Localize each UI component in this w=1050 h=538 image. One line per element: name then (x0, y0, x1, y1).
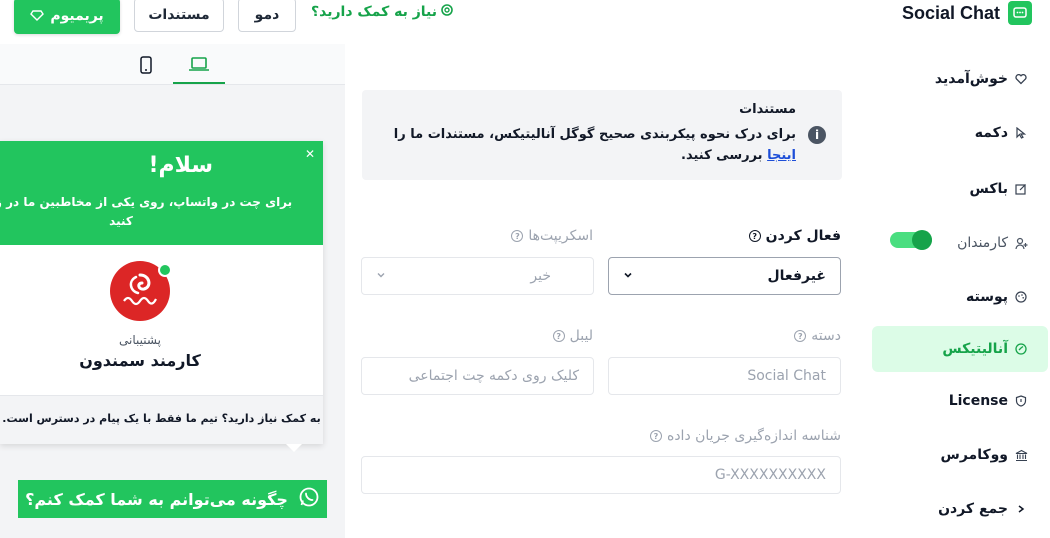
close-icon[interactable]: ✕ (305, 147, 315, 161)
category-value: Social Chat (747, 368, 826, 384)
docs-notice: i مستندات برای درک نحوه پیکربندی صحیح گو… (362, 90, 842, 180)
help-icon[interactable]: ? (748, 230, 761, 242)
chevron-down-icon (623, 268, 633, 284)
enable-select[interactable]: غیرفعال (608, 257, 841, 295)
notice-text-end: بررسی کنید. (681, 148, 763, 163)
preview-pane: ✕ سلام! برای چت در واتساپ، روی یکی از مخ… (0, 44, 345, 538)
label-value: کلیک روی دکمه چت اجتماعی (408, 368, 579, 384)
chevron-right-icon (1014, 502, 1028, 516)
bank-icon (1014, 448, 1028, 462)
help-link[interactable]: نیاز به کمک دارید؟ (311, 4, 453, 20)
premium-button[interactable]: پریمیوم (14, 0, 120, 34)
sidebar-collapse[interactable]: جمع کردن (872, 486, 1048, 532)
label-label-text: لیبل (569, 328, 593, 344)
cursor-icon (1014, 126, 1028, 140)
gauge-icon (1014, 342, 1028, 356)
top-bar: Social Chat نیاز به کمک دارید؟ دمو مستند… (0, 0, 1050, 44)
stream-id-label: شناسه اندازه‌گیری جریان داده ? (649, 428, 841, 444)
sidebar-item-license[interactable]: License (872, 378, 1048, 424)
enable-label: فعال کردن ? (748, 228, 841, 244)
diamond-icon (30, 7, 45, 25)
box-toggle[interactable] (890, 230, 932, 250)
brand: Social Chat (902, 0, 1032, 26)
laptop-icon (188, 56, 210, 76)
info-icon: i (808, 126, 826, 144)
analytics-settings: i مستندات برای درک نحوه پیکربندی صحیح گو… (345, 44, 857, 538)
sidebar-item-analytics[interactable]: آنالیتیکس (872, 326, 1048, 372)
stream-id-placeholder: G-XXXXXXXXXX (714, 467, 826, 483)
notice-body: برای درک نحوه پیکربندی صحیح گوگل آنالیتی… (376, 124, 796, 166)
enable-label-text: فعال کردن (765, 228, 841, 244)
sidebar-item-label: License (948, 393, 1008, 409)
category-label: دسته ? (794, 328, 841, 344)
label-input[interactable]: کلیک روی دکمه چت اجتماعی (361, 357, 594, 395)
edit-box-icon (1014, 182, 1028, 196)
sidebar-item-skin[interactable]: پوسته (872, 274, 1048, 320)
chat-subtitle: برای چت در واتساپ، روی یکی از مخاطبین ما… (0, 195, 293, 228)
enable-value: غیرفعال (767, 268, 826, 284)
whatsapp-badge-icon (158, 263, 172, 277)
chat-header: ✕ سلام! برای چت در واتساپ، روی یکی از مخ… (0, 141, 323, 245)
sidebar-item-label: باکس (969, 181, 1008, 197)
sidebar-item-label: جمع کردن (938, 501, 1008, 517)
premium-label: پریمیوم (50, 8, 104, 24)
whatsapp-button-label: چگونه می‌توانم به شما کمک کنم؟ (25, 489, 288, 509)
help-text: نیاز به کمک دارید؟ (311, 4, 438, 20)
device-tabs (0, 44, 345, 85)
sidebar-item-welcome[interactable]: خوش‌آمدید (872, 56, 1048, 102)
whatsapp-icon (298, 486, 320, 512)
app-title: Social Chat (901, 2, 1000, 23)
help-icon[interactable]: ? (552, 330, 565, 342)
category-input[interactable]: Social Chat (608, 357, 841, 395)
chat-footer: به کمک نیاز دارید؟ تیم ما فقط با یک پیام… (0, 395, 323, 444)
mobile-icon (140, 56, 152, 78)
chat-pointer (286, 444, 302, 452)
label-label: لیبل ? (552, 328, 593, 344)
shield-icon (1014, 394, 1028, 408)
sidebar-item-button[interactable]: دکمه (872, 110, 1048, 156)
sidebar-item-woocommerce[interactable]: ووکامرس (872, 432, 1048, 478)
help-icon[interactable]: ? (649, 430, 662, 442)
whatsapp-chat-button[interactable]: چگونه می‌توانم به شما کمک کنم؟ (18, 480, 327, 518)
chat-title: سلام! (148, 153, 214, 178)
chat-box-preview: ✕ سلام! برای چت در واتساپ، روی یکی از مخ… (0, 141, 323, 444)
sidebar-item-box[interactable]: باکس (872, 166, 1048, 212)
agent-role: پشتیبانی (119, 333, 161, 347)
scripts-value: خیر (530, 268, 551, 284)
scripts-label-text: اسکریپت‌ها (528, 228, 593, 244)
help-icon[interactable]: ? (794, 330, 807, 342)
tab-mobile[interactable] (120, 50, 172, 84)
scripts-label: اسکریپت‌ها ? (511, 228, 593, 244)
agent-name[interactable]: کارمند سمندون (0, 351, 280, 370)
palette-icon (1014, 290, 1028, 304)
category-label-text: دسته (811, 328, 841, 344)
stream-id-label-text: شناسه اندازه‌گیری جریان داده (666, 428, 841, 444)
sidebar-item-label: خوش‌آمدید (934, 71, 1008, 87)
docs-button[interactable]: مستندات (134, 0, 224, 32)
demo-button[interactable]: دمو (238, 0, 296, 32)
sidebar-item-label: کارمندان (957, 235, 1008, 251)
chevron-down-icon (376, 268, 386, 284)
notice-title: مستندات (739, 102, 796, 117)
scripts-select[interactable]: خیر (361, 257, 594, 295)
lifebuoy-icon (441, 4, 453, 20)
sidebar-item-label: آنالیتیکس (942, 341, 1008, 357)
user-add-icon (1014, 236, 1028, 250)
tab-desktop[interactable] (173, 50, 225, 84)
heart-icon (1014, 72, 1028, 86)
sidebar-item-label: دکمه (974, 125, 1008, 141)
notice-text: برای درک نحوه پیکربندی صحیح گوگل آنالیتی… (393, 127, 796, 142)
docs-link[interactable]: اینجا (767, 148, 796, 163)
sidebar-item-label: ووکامرس (940, 447, 1009, 463)
stream-id-input[interactable]: G-XXXXXXXXXX (361, 456, 841, 494)
sidebar-item-label: پوسته (965, 289, 1008, 305)
chat-icon (1008, 1, 1032, 25)
help-icon[interactable]: ? (511, 230, 524, 242)
